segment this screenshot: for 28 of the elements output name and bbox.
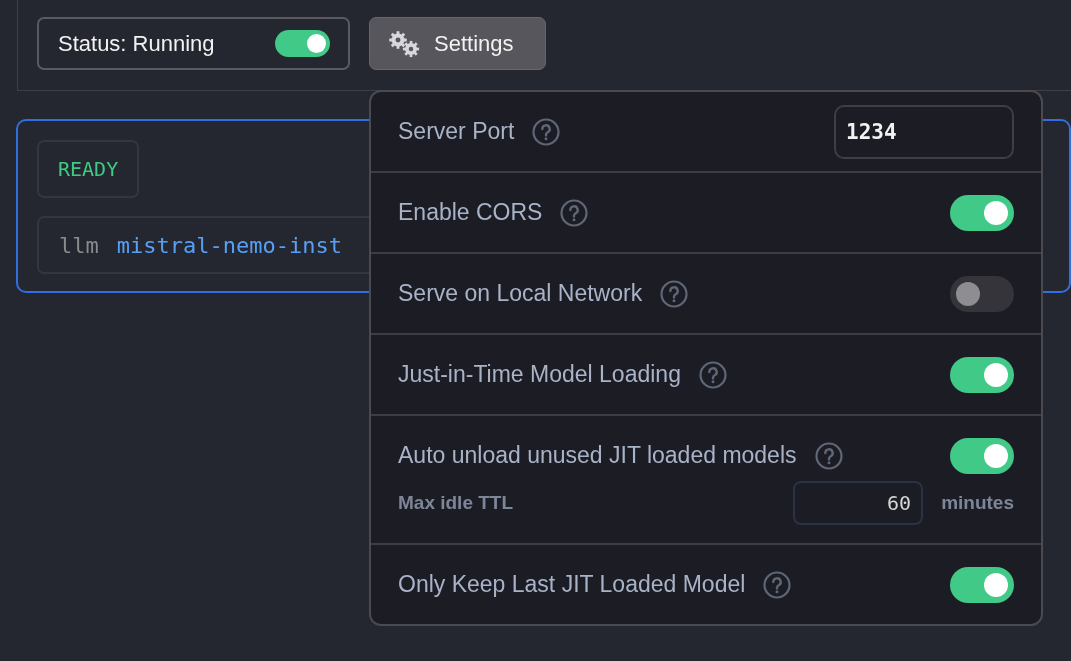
- toggle-switch[interactable]: [950, 356, 1014, 393]
- settings-button[interactable]: Settings: [369, 17, 546, 70]
- help-icon[interactable]: [763, 570, 792, 599]
- status-badge: READY: [37, 140, 140, 198]
- gears-icon: [388, 29, 420, 58]
- help-icon[interactable]: [560, 198, 589, 227]
- unit-label: minutes: [941, 490, 1014, 515]
- port-field[interactable]: 1234: [834, 104, 1014, 159]
- toggle-switch[interactable]: [950, 566, 1014, 603]
- setting-label: Auto unload unused JIT loaded models: [398, 441, 797, 471]
- command-text: llm: [59, 231, 99, 260]
- help-icon[interactable]: [532, 117, 561, 146]
- status-label: Status: Running: [58, 30, 215, 58]
- setting-label: Serve on Local Network: [398, 279, 643, 309]
- setting-label: Server Port: [398, 117, 515, 147]
- setting-label: Enable CORS: [398, 198, 543, 228]
- setting-label: Just-in-Time Model Loading: [398, 360, 681, 390]
- help-icon[interactable]: [814, 441, 843, 470]
- ttl-label: Max idle TTL: [398, 490, 514, 515]
- toggle-switch[interactable]: [950, 194, 1014, 231]
- toggle-switch[interactable]: [950, 275, 1014, 312]
- help-icon[interactable]: [660, 279, 689, 308]
- setting-label: Only Keep Last JIT Loaded Model: [398, 570, 746, 600]
- toggle-switch[interactable]: [275, 30, 330, 57]
- model-name: mistral-nemo-inst: [116, 231, 342, 260]
- toggle-switch[interactable]: [950, 437, 1014, 474]
- ttl-field[interactable]: 60: [793, 481, 924, 525]
- help-icon[interactable]: [698, 360, 727, 389]
